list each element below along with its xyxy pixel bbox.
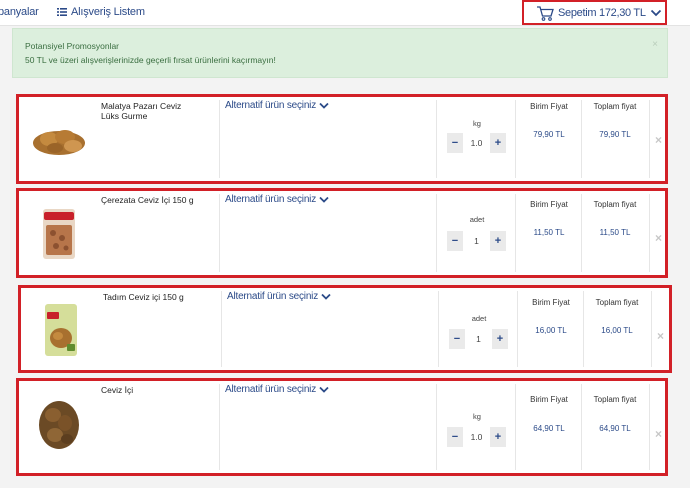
increase-quantity-button[interactable]: + <box>492 329 508 349</box>
decrease-quantity-button[interactable]: − <box>447 133 463 153</box>
remove-item-button[interactable]: × <box>655 231 662 245</box>
total-price-value: 64,90 TL <box>599 424 631 433</box>
unit-price-value: 16,00 TL <box>535 326 567 335</box>
column-divider <box>219 384 220 470</box>
total-price-header: Toplam fiyat <box>593 395 637 404</box>
total-price-value: 11,50 TL <box>599 228 631 237</box>
quantity-value[interactable]: 1 <box>465 329 492 349</box>
decrease-quantity-button[interactable]: − <box>447 231 463 251</box>
total-price-header: Toplam fiyat <box>593 102 637 111</box>
chevron-down-icon <box>319 386 329 393</box>
increase-quantity-button[interactable]: + <box>490 231 506 251</box>
product-image-walnut-kernels <box>39 401 79 449</box>
product-image-walnut <box>33 130 85 155</box>
alternative-product-dropdown[interactable]: Alternatif ürün seçiniz <box>227 291 331 302</box>
chevron-down-icon <box>321 293 331 300</box>
column-divider <box>219 194 220 272</box>
unit-price-header: Birim Fiyat <box>530 102 568 111</box>
cart-item-row: Çerezata Ceviz İçi 150 g Alternatif ürün… <box>16 188 668 278</box>
unit-price-header: Birim Fiyat <box>530 200 568 209</box>
product-image-cerezata-pack <box>43 209 75 259</box>
alternative-product-label: Alternatif ürün seçiniz <box>227 291 319 302</box>
quantity-stepper[interactable]: − 1 + <box>447 231 506 251</box>
total-price-value: 79,90 TL <box>599 130 631 139</box>
increase-quantity-button[interactable]: + <box>490 427 506 447</box>
decrease-quantity-button[interactable]: − <box>449 329 465 349</box>
column-divider <box>649 194 650 272</box>
shopping-cart-icon <box>537 5 554 21</box>
cart-item-row: Tadım Ceviz içi 150 g Alternatif ürün se… <box>18 285 672 373</box>
quantity-stepper[interactable]: − 1.0 + <box>447 427 506 447</box>
unit-price-header: Birim Fiyat <box>530 395 568 404</box>
increase-quantity-button[interactable]: + <box>490 133 506 153</box>
column-divider <box>515 100 516 178</box>
remove-item-button[interactable]: × <box>655 133 662 147</box>
total-price-header: Toplam fiyat <box>593 200 637 209</box>
cart-item-row: Malatya Pazarı Ceviz Lüks Gurme Alternat… <box>16 94 668 184</box>
quantity-unit-label: kg <box>473 119 481 128</box>
product-name[interactable]: Ceviz İçi <box>101 385 201 395</box>
chevron-down-icon <box>319 196 329 203</box>
column-divider <box>438 291 439 367</box>
top-nav-bar: panyalar Alışveriş Listem Sepetim 172,30… <box>0 0 690 26</box>
product-image-tadim-pack <box>45 304 77 356</box>
quantity-unit-label: adet <box>471 314 487 323</box>
column-divider <box>649 384 650 470</box>
quantity-value[interactable]: 1 <box>463 231 490 251</box>
nav-shopping-list-label: Alışveriş Listem <box>71 6 145 18</box>
remove-item-button[interactable]: × <box>655 427 662 441</box>
nav-campaigns-link[interactable]: panyalar <box>0 6 39 18</box>
remove-item-button[interactable]: × <box>657 329 664 343</box>
alternative-product-label: Alternatif ürün seçiniz <box>225 384 317 395</box>
quantity-stepper[interactable]: − 1.0 + <box>447 133 506 153</box>
alternative-product-label: Alternatif ürün seçiniz <box>225 100 317 111</box>
cart-button[interactable]: Sepetim 172,30 TL <box>522 0 667 25</box>
quantity-unit-label: kg <box>473 412 481 421</box>
column-divider <box>649 100 650 178</box>
promo-banner: Potansiyel Promosyonlar 50 TL ve üzeri a… <box>12 28 668 78</box>
column-divider <box>436 194 437 272</box>
column-divider <box>219 100 220 178</box>
column-divider <box>436 100 437 178</box>
chevron-down-icon <box>319 102 329 109</box>
product-name[interactable]: Tadım Ceviz içi 150 g <box>103 292 203 302</box>
promo-title: Potansiyel Promosyonlar <box>25 41 120 51</box>
quantity-value[interactable]: 1.0 <box>463 133 490 153</box>
unit-price-value: 11,50 TL <box>533 228 565 237</box>
promo-text: 50 TL ve üzeri alışverişlerinizde geçerl… <box>25 55 276 65</box>
unit-price-header: Birim Fiyat <box>532 298 570 307</box>
alternative-product-dropdown[interactable]: Alternatif ürün seçiniz <box>225 194 329 205</box>
decrease-quantity-button[interactable]: − <box>447 427 463 447</box>
cart-item-row: Ceviz İçi Alternatif ürün seçiniz kg − 1… <box>16 378 668 476</box>
product-name[interactable]: Çerezata Ceviz İçi 150 g <box>101 195 201 205</box>
total-price-header: Toplam fiyat <box>595 298 639 307</box>
unit-price-value: 79,90 TL <box>533 130 565 139</box>
list-icon <box>57 8 67 16</box>
column-divider <box>221 291 222 367</box>
nav-shopping-list-link[interactable]: Alışveriş Listem <box>57 6 145 18</box>
alternative-product-dropdown[interactable]: Alternatif ürün seçiniz <box>225 100 329 111</box>
cart-total-label: Sepetim 172,30 TL <box>558 6 646 19</box>
total-price-value: 16,00 TL <box>601 326 633 335</box>
quantity-value[interactable]: 1.0 <box>463 427 490 447</box>
promo-close-button[interactable]: × <box>652 39 658 50</box>
quantity-stepper[interactable]: − 1 + <box>449 329 508 349</box>
column-divider <box>581 100 582 178</box>
column-divider <box>651 291 652 367</box>
product-name[interactable]: Malatya Pazarı Ceviz Lüks Gurme <box>101 101 201 121</box>
alternative-product-label: Alternatif ürün seçiniz <box>225 194 317 205</box>
unit-price-value: 64,90 TL <box>533 424 565 433</box>
column-divider <box>436 384 437 470</box>
quantity-unit-label: adet <box>469 215 485 224</box>
alternative-product-dropdown[interactable]: Alternatif ürün seçiniz <box>225 384 329 395</box>
chevron-down-icon <box>650 9 661 16</box>
